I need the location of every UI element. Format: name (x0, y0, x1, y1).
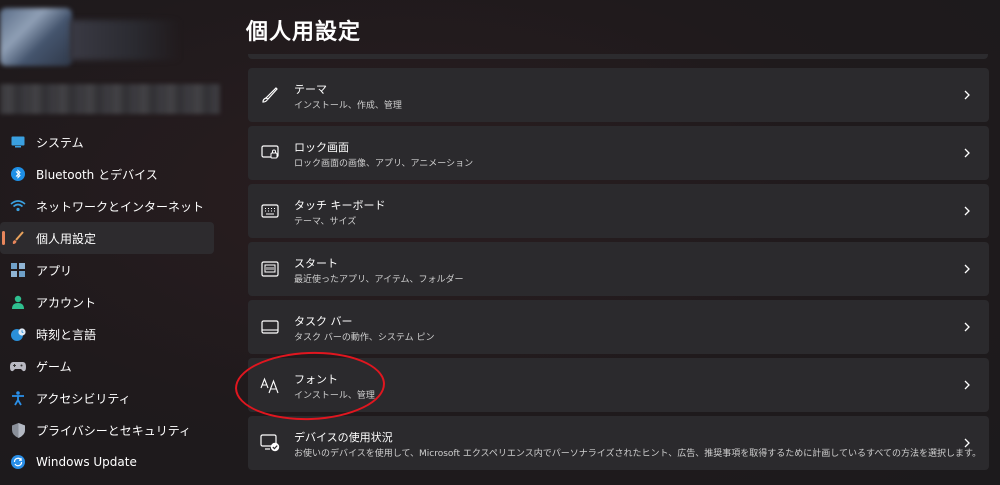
sidebar-item-label: Windows Update (36, 455, 137, 469)
sidebar-item-label: システム (36, 135, 84, 150)
chevron-right-icon (964, 90, 970, 100)
apps-icon (10, 262, 26, 278)
sidebar-item-label: アクセシビリティ (36, 391, 131, 406)
page-title: 個人用設定 (246, 20, 362, 45)
chevron-right-icon (964, 264, 970, 274)
sidebar-item-privacy[interactable]: プライバシーとセキュリティ (0, 414, 226, 446)
bluetooth-icon (10, 166, 26, 182)
card-title: デバイスの使用状況 (294, 431, 393, 444)
sidebar-item-label: 個人用設定 (36, 231, 97, 246)
chevron-right-icon (964, 206, 970, 216)
account-email-blurred (0, 84, 220, 114)
sidebar-item-label: 時刻と言語 (36, 327, 97, 342)
device-usage-icon (260, 433, 280, 453)
sidebar-item-label: アプリ (36, 263, 73, 278)
sidebar-item-network[interactable]: ネットワークとインターネット (0, 190, 226, 222)
sidebar-item-label: ゲーム (36, 359, 72, 374)
card-subtitle: テーマ、サイズ (294, 217, 357, 227)
sidebar-item-system[interactable]: システム (0, 126, 226, 158)
sidebar-item-label: ネットワークとインターネット (36, 199, 205, 214)
brush-icon (10, 230, 26, 246)
update-icon (10, 454, 26, 470)
card-theme[interactable]: テーマ インストール、作成、管理 (248, 68, 989, 122)
sidebar: システム Bluetooth とデバイス ネットワークとインターネット 個人用設… (0, 0, 226, 485)
wifi-icon (10, 198, 26, 214)
avatar[interactable] (0, 8, 72, 66)
card-title: タスク バー (294, 315, 353, 328)
settings-window: システム Bluetooth とデバイス ネットワークとインターネット 個人用設… (0, 0, 1000, 485)
card-subtitle: インストール、作成、管理 (294, 101, 402, 111)
start-icon (260, 259, 280, 279)
account-name-blurred (70, 20, 180, 60)
keyboard-icon (260, 201, 280, 221)
card-subtitle: タスク バーの動作、システム ピン (294, 333, 435, 343)
chevron-right-icon (964, 438, 970, 448)
taskbar-icon (260, 317, 280, 337)
sidebar-item-gaming[interactable]: ゲーム (0, 350, 226, 382)
pen-icon (260, 85, 280, 105)
sidebar-item-accounts[interactable]: アカウント (0, 286, 226, 318)
sidebar-item-label: プライバシーとセキュリティ (36, 423, 192, 438)
monitor-icon (10, 134, 26, 150)
sidebar-item-apps[interactable]: アプリ (0, 254, 226, 286)
sidebar-item-label: Bluetooth とデバイス (36, 167, 158, 182)
sidebar-item-time-language[interactable]: 時刻と言語 (0, 318, 226, 350)
globe-clock-icon (10, 326, 26, 342)
person-icon (10, 294, 26, 310)
sidebar-item-windows-update[interactable]: Windows Update (0, 446, 226, 478)
chevron-right-icon (964, 322, 970, 332)
card-subtitle: 最近使ったアプリ、アイテム、フォルダー (294, 275, 464, 285)
shield-icon (10, 422, 26, 438)
nav-list: システム Bluetooth とデバイス ネットワークとインターネット 個人用設… (0, 126, 226, 478)
chevron-right-icon (964, 380, 970, 390)
card-taskbar[interactable]: タスク バー タスク バーの動作、システム ピン (248, 300, 989, 354)
card-title: スタート (294, 257, 338, 270)
sidebar-item-accessibility[interactable]: アクセシビリティ (0, 382, 226, 414)
card-lock-screen[interactable]: ロック画面 ロック画面の画像、アプリ、アニメーション (248, 126, 989, 180)
card-title: テーマ (294, 83, 327, 96)
card-touch-keyboard[interactable]: タッチ キーボード テーマ、サイズ (248, 184, 989, 238)
card-start[interactable]: スタート 最近使ったアプリ、アイテム、フォルダー (248, 242, 989, 296)
previous-card-edge (248, 54, 988, 59)
sidebar-item-label: アカウント (36, 295, 97, 310)
gamepad-icon (10, 358, 26, 374)
sidebar-item-personalization[interactable]: 個人用設定 (0, 222, 214, 254)
sidebar-item-bluetooth[interactable]: Bluetooth とデバイス (0, 158, 226, 190)
accessibility-icon (10, 390, 26, 406)
lock-screen-icon (260, 143, 280, 163)
card-title: タッチ キーボード (294, 199, 386, 212)
card-device-usage[interactable]: デバイスの使用状況 お使いのデバイスを使用して、Microsoft エクスペリエ… (248, 416, 989, 470)
card-title: ロック画面 (294, 141, 349, 154)
chevron-right-icon (964, 148, 970, 158)
card-subtitle: お使いのデバイスを使用して、Microsoft エクスペリエンス内でパーソナライ… (294, 449, 982, 459)
card-subtitle: ロック画面の画像、アプリ、アニメーション (294, 159, 474, 169)
